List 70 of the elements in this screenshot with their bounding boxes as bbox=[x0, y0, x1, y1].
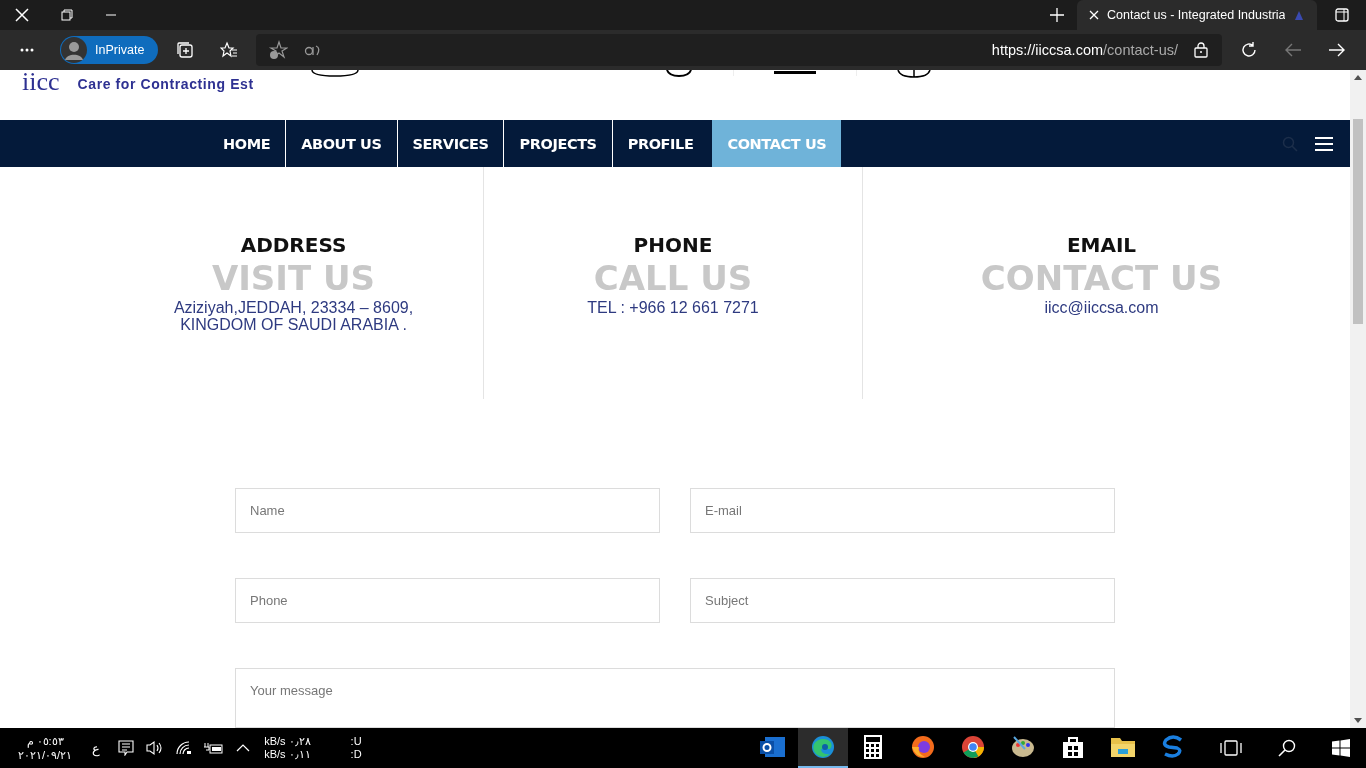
search-icon[interactable] bbox=[1278, 739, 1296, 757]
input-field[interactable]: Name bbox=[235, 488, 660, 533]
battery-icon[interactable] bbox=[204, 741, 225, 755]
site-tagline: Care for Contracting Est bbox=[77, 76, 254, 94]
site-logo[interactable]: iicc bbox=[22, 70, 60, 94]
fox-browser-icon bbox=[911, 735, 935, 759]
notification-icon[interactable] bbox=[118, 740, 135, 756]
header-icon bbox=[773, 71, 816, 75]
tab-title: Contact us - Integrated Industria bbox=[1107, 8, 1285, 22]
more-icon[interactable] bbox=[20, 48, 34, 52]
sidebar-icon[interactable] bbox=[1335, 8, 1349, 22]
address-field[interactable]: https://iiccsa.com/contact-us/ bbox=[991, 42, 1178, 58]
close-icon[interactable] bbox=[15, 8, 29, 22]
contact-detail: Aziziyah,JEDDAH, 23334 – 8609, KINGDOM OF SAUDI ARABIA . bbox=[173, 298, 414, 333]
forward-arrow-icon[interactable] bbox=[1328, 41, 1346, 59]
clock-text[interactable]: ٠٥:٥٣ م ٢٠٢١/٠٩/٢١ bbox=[18, 734, 73, 762]
round-browser-icon bbox=[961, 735, 985, 759]
back-arrow-icon[interactable] bbox=[1284, 41, 1302, 59]
wifi-icon[interactable] bbox=[176, 741, 193, 755]
header-icon bbox=[664, 70, 693, 78]
browser-icon bbox=[811, 735, 835, 759]
scrollbar[interactable] bbox=[1350, 70, 1366, 728]
restore-icon[interactable] bbox=[61, 9, 73, 21]
contact-detail: TEL : +966 12 661 7271 bbox=[587, 298, 759, 316]
download-speed: kB/s ٠٫١١ bbox=[264, 748, 311, 761]
nav-link[interactable]: ABOUT US bbox=[286, 120, 398, 167]
contact-detail: iicc@iiccsa.com bbox=[1044, 298, 1159, 316]
calculator-icon bbox=[864, 735, 882, 759]
header-icon bbox=[896, 70, 931, 78]
palette-icon bbox=[1011, 735, 1035, 759]
windows-logo-icon[interactable] bbox=[1332, 739, 1350, 757]
scroll-up-icon[interactable] bbox=[1354, 75, 1362, 80]
favorites-icon[interactable] bbox=[220, 41, 239, 59]
input-field[interactable]: E-mail bbox=[690, 488, 1115, 533]
scroll-thumb[interactable] bbox=[1353, 119, 1363, 324]
close-icon[interactable] bbox=[1089, 10, 1099, 20]
contact-heading: EMAIL bbox=[1066, 232, 1137, 257]
refresh-icon[interactable] bbox=[1240, 41, 1258, 59]
upload-speed: kB/s ٠٫٢٨ bbox=[264, 735, 311, 748]
chevron-up-icon[interactable] bbox=[236, 744, 251, 752]
nav-link[interactable]: SERVICES bbox=[397, 120, 505, 167]
scroll-down-icon[interactable] bbox=[1354, 718, 1362, 723]
input-field[interactable]: Phone bbox=[235, 578, 660, 623]
language-indicator[interactable]: ع bbox=[92, 740, 101, 756]
mail-app-icon bbox=[760, 735, 786, 759]
swirl-icon bbox=[1161, 735, 1185, 759]
input-field[interactable]: Subject bbox=[690, 578, 1115, 623]
task-view-icon[interactable] bbox=[1220, 739, 1242, 757]
nav-link[interactable]: HOME bbox=[208, 120, 287, 167]
add-favorite-icon[interactable] bbox=[268, 40, 289, 60]
store-bag-icon bbox=[1062, 735, 1084, 759]
taskbar-app[interactable] bbox=[798, 728, 848, 768]
browser-tab[interactable]: Contact us - Integrated Industria bbox=[1077, 0, 1317, 30]
upload-label: :U bbox=[350, 735, 362, 748]
folder-icon bbox=[1110, 736, 1136, 758]
new-tab-icon[interactable] bbox=[1049, 7, 1065, 23]
contact-heading: PHONE bbox=[633, 232, 713, 257]
nav-link[interactable]: PROJECTS bbox=[504, 120, 613, 167]
avatar-icon bbox=[61, 37, 87, 63]
header-icon bbox=[310, 70, 359, 78]
collections-icon[interactable] bbox=[176, 41, 195, 59]
site-favicon-icon bbox=[1293, 9, 1305, 21]
contact-heading: ADDRESS bbox=[240, 232, 347, 257]
menu-icon[interactable] bbox=[1315, 136, 1333, 151]
lock-icon bbox=[1194, 42, 1208, 58]
message-field[interactable]: Your message bbox=[235, 668, 1115, 728]
download-label: :D bbox=[350, 748, 362, 761]
nav-link[interactable]: PROFILE bbox=[612, 120, 709, 167]
profile-button[interactable]: InPrivate bbox=[60, 36, 159, 64]
speaker-icon[interactable] bbox=[146, 740, 165, 756]
